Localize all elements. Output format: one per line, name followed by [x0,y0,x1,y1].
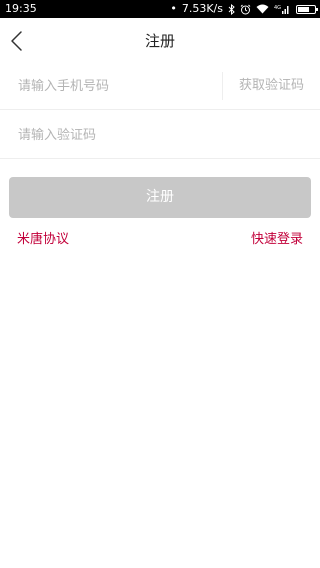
page-title: 注册 [144,32,175,50]
title-bar: 注册 [0,18,320,64]
bluetooth-icon [228,0,235,18]
status-time: 19:35 [5,2,37,15]
signal-icon: 4G [274,0,290,18]
network-speed: 7.53K/s [181,2,223,15]
register-button[interactable]: 注册 [9,177,311,218]
phone-row: 获取验证码 [0,62,320,110]
register-screen: 19:35 • 7.53K/s 4G 注册 请输入手机号码 获取验证码 请输入验… [0,0,320,568]
battery-icon [296,4,318,14]
get-code-button[interactable]: 获取验证码 [223,62,320,110]
battery-level [298,6,309,12]
network-type: 4G [274,5,281,11]
quick-login-link[interactable]: 快速登录 [251,230,303,250]
code-row [0,111,320,159]
phone-input[interactable] [18,62,213,110]
status-icons: • 7.53K/s 4G [165,0,318,18]
agreement-link[interactable]: 米唐协议 [17,230,69,250]
alarm-icon [240,0,251,18]
wifi-icon [256,0,269,18]
dots-icon: • [170,2,177,15]
code-input[interactable] [18,111,298,159]
status-bar: 19:35 • 7.53K/s 4G [0,0,320,18]
